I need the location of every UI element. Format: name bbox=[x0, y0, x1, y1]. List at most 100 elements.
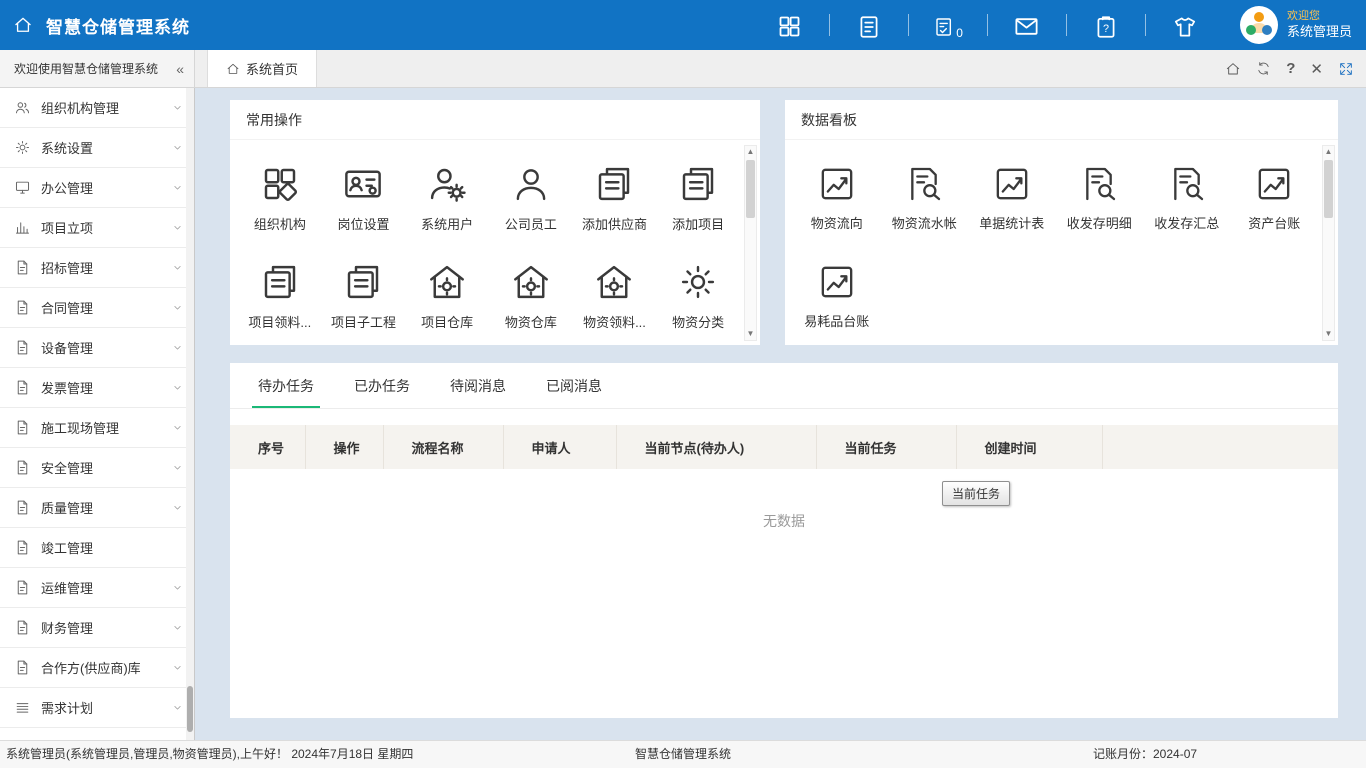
dashboard-asset-ledger[interactable]: 资产台账 bbox=[1231, 149, 1319, 247]
monitor-icon bbox=[14, 179, 31, 196]
scroll-down-icon[interactable]: ▼ bbox=[747, 328, 755, 340]
clipboard-question-icon bbox=[1093, 14, 1119, 40]
sidebar-item-safety-management[interactable]: 安全管理 bbox=[0, 448, 194, 488]
sidebar-item-operations-management[interactable]: 运维管理 bbox=[0, 568, 194, 608]
chevron-down-icon bbox=[171, 461, 184, 474]
sidebar-title: 欢迎使用智慧仓储管理系统 bbox=[14, 62, 159, 76]
header-divider bbox=[986, 14, 988, 36]
sidebar-item-supplier-library[interactable]: 合作方(供应商)库 bbox=[0, 648, 194, 688]
badge-gear-icon bbox=[342, 163, 384, 205]
sidebar-item-system-settings[interactable]: 系统设置 bbox=[0, 128, 194, 168]
refresh-button[interactable] bbox=[1256, 61, 1271, 76]
sidebar-item-completion-management[interactable]: 竣工管理 bbox=[0, 528, 194, 568]
chart-trend-icon bbox=[817, 262, 857, 302]
sidebar-item-invoice-management[interactable]: 发票管理 bbox=[0, 368, 194, 408]
user-icon bbox=[510, 163, 552, 205]
mail-button[interactable] bbox=[1012, 10, 1042, 40]
tab-home-button[interactable] bbox=[1225, 61, 1241, 77]
document-search-icon bbox=[904, 164, 944, 204]
sidebar-item-office-management[interactable]: 办公管理 bbox=[0, 168, 194, 208]
dashboard-inout-detail[interactable]: 收发存明细 bbox=[1056, 149, 1144, 247]
scroll-down-icon[interactable]: ▼ bbox=[1325, 328, 1333, 340]
sidebar-scrollbar[interactable] bbox=[186, 88, 194, 740]
quick-action-post-settings[interactable]: 岗位设置 bbox=[322, 149, 406, 247]
sidebar-item-equipment-management[interactable]: 设备管理 bbox=[0, 328, 194, 368]
scroll-up-icon[interactable]: ▲ bbox=[1325, 146, 1333, 158]
dashboard-material-flow[interactable]: 物资流向 bbox=[793, 149, 881, 247]
empty-data-text: 无数据 bbox=[763, 513, 805, 529]
sidebar-scrollbar-thumb[interactable] bbox=[187, 686, 193, 732]
list-icon bbox=[14, 699, 31, 716]
sidebar-collapse-icon[interactable]: « bbox=[176, 61, 184, 77]
avatar bbox=[1239, 6, 1278, 44]
tab-read-messages[interactable]: 已阅消息 bbox=[526, 363, 622, 408]
documents-icon bbox=[259, 261, 301, 303]
dashboard-inout-summary[interactable]: 收发存汇总 bbox=[1143, 149, 1231, 247]
common-operations-panel: 常用操作 组织机构 岗位设置 系统用户 公司员工 添加供应商 添加项目 项目领料… bbox=[230, 100, 760, 345]
quick-action-material-category[interactable]: 物资分类 bbox=[656, 247, 740, 345]
dashboard-item-label: 易耗品台账 bbox=[804, 314, 870, 329]
scroll-up-icon[interactable]: ▲ bbox=[747, 146, 755, 158]
tab-unread-messages[interactable]: 待阅消息 bbox=[430, 363, 526, 408]
theme-button[interactable] bbox=[1170, 10, 1200, 40]
dashboard-material-ledger[interactable]: 物资流水帐 bbox=[881, 149, 969, 247]
tab-done-tasks[interactable]: 已办任务 bbox=[334, 363, 430, 408]
tab-system-home[interactable]: 系统首页 bbox=[207, 50, 318, 87]
help-clipboard-button[interactable] bbox=[1091, 10, 1121, 40]
sidebar-menu: 组织机构管理 系统设置 办公管理 项目立项 招标管理 合同管理 设备管理 发票管… bbox=[0, 88, 195, 740]
quick-action-org[interactable]: 组织机构 bbox=[238, 149, 322, 247]
quick-action-sub-project[interactable]: 项目子工程 bbox=[322, 247, 406, 345]
file-icon bbox=[14, 619, 31, 636]
quick-action-material-warehouse[interactable]: 物资仓库 bbox=[489, 247, 573, 345]
quick-action-system-users[interactable]: 系统用户 bbox=[405, 149, 489, 247]
close-tab-button[interactable]: ✕ bbox=[1310, 60, 1323, 78]
chevron-down-icon bbox=[171, 101, 184, 114]
tab-bar: 欢迎使用智慧仓储管理系统 « 系统首页 ? ✕ bbox=[0, 50, 1366, 88]
user-text: 欢迎您 系统管理员 bbox=[1287, 10, 1352, 40]
sidebar-item-demand-planning[interactable]: 需求计划 bbox=[0, 688, 194, 728]
dashboard-consumables-ledger[interactable]: 易耗品台账 bbox=[793, 247, 881, 345]
quick-action-add-supplier[interactable]: 添加供应商 bbox=[573, 149, 657, 247]
sidebar-item-org-management[interactable]: 组织机构管理 bbox=[0, 88, 194, 128]
home-icon bbox=[1225, 61, 1241, 77]
gear-icon bbox=[14, 139, 31, 156]
fullscreen-button[interactable] bbox=[1338, 61, 1354, 77]
document-icon bbox=[856, 14, 882, 40]
quick-action-project-warehouse[interactable]: 项目仓库 bbox=[405, 247, 489, 345]
app-title: 智慧仓储管理系统 bbox=[46, 17, 190, 37]
users-icon bbox=[14, 99, 31, 116]
file-icon bbox=[14, 539, 31, 556]
quick-action-material-requisition[interactable]: 物资领料... bbox=[573, 247, 657, 345]
scrollbar-thumb[interactable] bbox=[1324, 160, 1333, 218]
theme-shirt-icon bbox=[1172, 14, 1198, 40]
todo-button[interactable]: 0 bbox=[933, 10, 963, 40]
quick-action-label: 物资仓库 bbox=[504, 315, 557, 330]
apps-menu-button[interactable] bbox=[775, 10, 805, 40]
panel-scrollbar[interactable]: ▲ ▼ bbox=[1322, 145, 1335, 341]
sidebar-item-project-initiation[interactable]: 项目立项 bbox=[0, 208, 194, 248]
file-icon bbox=[14, 259, 31, 276]
sidebar-item-quality-management[interactable]: 质量管理 bbox=[0, 488, 194, 528]
documents-button[interactable] bbox=[854, 10, 884, 40]
panel-scrollbar[interactable]: ▲ ▼ bbox=[744, 145, 757, 341]
sidebar-item-finance-management[interactable]: 财务管理 bbox=[0, 608, 194, 648]
tab-label: 系统首页 bbox=[246, 62, 299, 77]
scrollbar-thumb[interactable] bbox=[746, 160, 755, 218]
chevron-down-icon bbox=[171, 181, 184, 194]
scrollbar-track[interactable] bbox=[745, 158, 756, 328]
quick-action-add-project[interactable]: 添加项目 bbox=[656, 149, 740, 247]
tab-pending-tasks[interactable]: 待办任务 bbox=[238, 363, 334, 408]
help-button[interactable]: ? bbox=[1286, 60, 1295, 77]
sidebar-item-site-management[interactable]: 施工现场管理 bbox=[0, 408, 194, 448]
sidebar-item-bidding-management[interactable]: 招标管理 bbox=[0, 248, 194, 288]
sidebar-item-contract-management[interactable]: 合同管理 bbox=[0, 288, 194, 328]
quick-action-company-staff[interactable]: 公司员工 bbox=[489, 149, 573, 247]
user-menu[interactable]: 欢迎您 系统管理员 bbox=[1239, 6, 1352, 44]
header-home-button[interactable] bbox=[0, 15, 46, 35]
quick-action-project-requisition[interactable]: 项目领料... bbox=[238, 247, 322, 345]
scrollbar-track[interactable] bbox=[1323, 158, 1334, 328]
dashboard-doc-statistics[interactable]: 单据统计表 bbox=[968, 149, 1056, 247]
sidebar-item-label: 需求计划 bbox=[41, 701, 94, 716]
chevron-down-icon bbox=[171, 501, 184, 514]
status-bar: 系统管理员(系统管理员,管理员,物资管理员),上午好！ 2024年7月18日 星… bbox=[0, 740, 1366, 768]
